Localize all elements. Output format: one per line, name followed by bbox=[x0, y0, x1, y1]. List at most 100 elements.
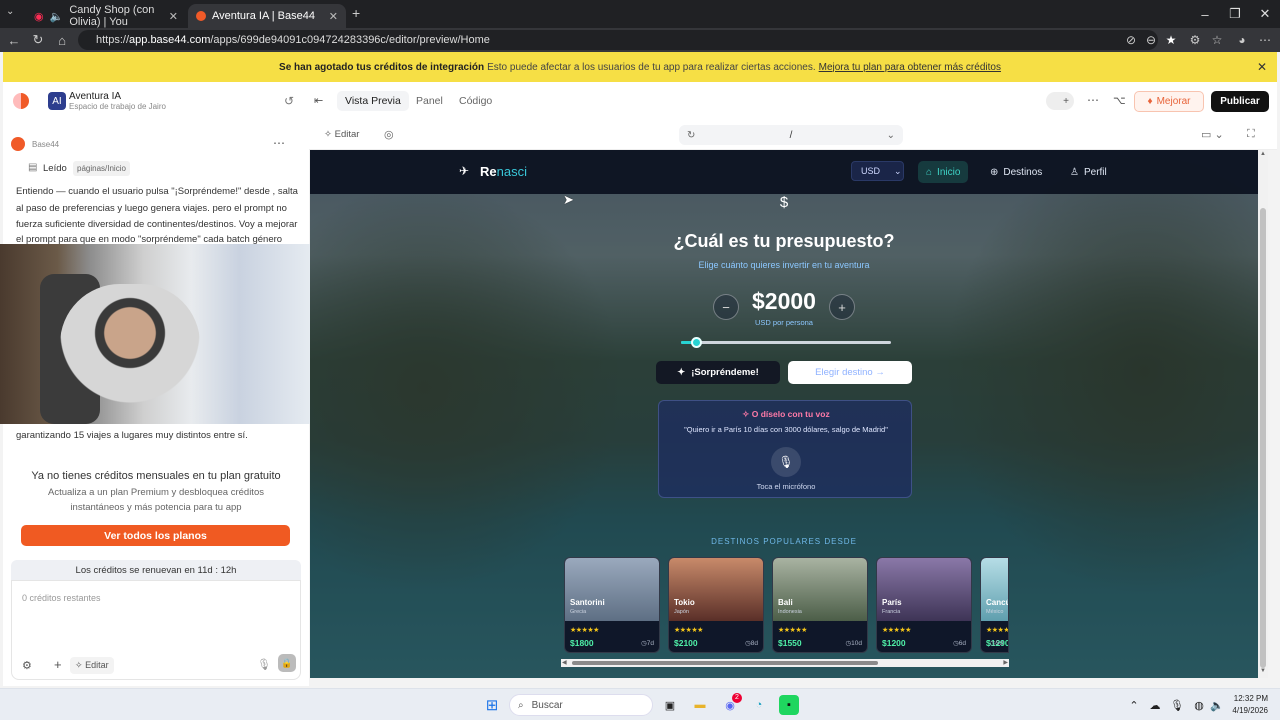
extensions-icon[interactable]: ⚙ bbox=[1184, 28, 1206, 52]
edge-browser-icon[interactable]: ◔ bbox=[749, 695, 769, 715]
edit-label: Editar bbox=[334, 129, 360, 140]
budget-slider-handle[interactable] bbox=[690, 337, 702, 348]
github-icon[interactable]: ⌥ bbox=[1113, 94, 1126, 107]
author-avatar bbox=[11, 137, 25, 151]
nav-profile-label: Perfil bbox=[1083, 166, 1107, 178]
tab-title: Aventura IA | Base44 bbox=[212, 10, 315, 22]
brand-name[interactable]: Renasci bbox=[480, 164, 527, 179]
taskbar-search[interactable]: ⌕ Buscar bbox=[509, 694, 653, 716]
destination-days: ◷8d bbox=[745, 640, 758, 647]
publish-button[interactable]: Publicar bbox=[1211, 91, 1269, 112]
microphone-icon[interactable]: 🎙 bbox=[1167, 695, 1187, 715]
microphone-icon[interactable]: 🎙 bbox=[257, 658, 271, 671]
horizontal-scrollbar[interactable]: ◀ ▶ bbox=[561, 659, 1009, 667]
browser-tab-base44[interactable]: Aventura IA | Base44 ✕ bbox=[188, 4, 346, 28]
more-options-icon[interactable]: ⋯ bbox=[273, 136, 285, 150]
destination-days: ◷10d bbox=[845, 640, 862, 647]
file-explorer-icon[interactable]: ▬ bbox=[690, 695, 710, 715]
collapse-sidebar-icon[interactable]: ⇤ bbox=[314, 94, 323, 107]
refresh-icon[interactable]: ↻ bbox=[687, 130, 695, 141]
currency-select[interactable]: USD ⌄ bbox=[851, 161, 904, 181]
scroll-up-icon[interactable]: ▲ bbox=[1260, 151, 1266, 157]
speaker-icon[interactable]: 🔈 bbox=[50, 10, 64, 23]
restore-icon[interactable]: ❐ bbox=[1218, 0, 1252, 28]
bookmark-star-icon[interactable]: ★ bbox=[1160, 28, 1182, 52]
history-icon[interactable]: ↺ bbox=[284, 94, 294, 108]
read-path-chip[interactable]: páginas/Inicio bbox=[73, 161, 130, 176]
show-hidden-icons-icon[interactable]: ⌃ bbox=[1124, 695, 1144, 715]
windows-start-icon[interactable]: ⊞ bbox=[482, 695, 502, 715]
clock-time[interactable]: 12:32 PM bbox=[1228, 694, 1268, 703]
task-view-icon[interactable]: ▣ bbox=[660, 695, 680, 715]
budget-question: ¿Cuál es tu presupuesto? bbox=[673, 231, 895, 251]
upgrade-button[interactable]: ♦ Mejorar bbox=[1134, 91, 1204, 112]
collaborator-avatar[interactable]: + bbox=[1046, 92, 1074, 110]
scroll-down-icon[interactable]: ▼ bbox=[1260, 668, 1266, 674]
banner-upgrade-link[interactable]: Mejora tu plan para obtener más créditos bbox=[819, 62, 1001, 73]
close-tab-icon[interactable]: ✕ bbox=[329, 10, 338, 23]
home-icon[interactable]: ⌂ bbox=[50, 28, 74, 52]
url-input[interactable]: https://app.base44.com/apps/699de94091c0… bbox=[78, 30, 1158, 50]
tab-dashboard[interactable]: Panel bbox=[408, 91, 451, 111]
clock-date[interactable]: 4/19/2026 bbox=[1224, 706, 1268, 715]
wifi-icon[interactable]: ◍ bbox=[1189, 695, 1209, 715]
settings-icon[interactable]: ⚙ bbox=[22, 659, 32, 672]
minimize-icon[interactable]: – bbox=[1188, 0, 1222, 28]
surprise-me-button[interactable]: ✦ ¡Sorpréndeme! bbox=[656, 361, 780, 384]
onedrive-icon[interactable]: ☁ bbox=[1145, 695, 1165, 715]
base44-logo-icon[interactable] bbox=[13, 93, 29, 109]
voice-title: ✧ O díselo con tu voz bbox=[659, 409, 913, 420]
destination-card[interactable]: Santorini Grecia ★★★★★ $1800 ◷7d bbox=[564, 557, 660, 653]
fullscreen-icon[interactable]: ⛶ bbox=[1247, 128, 1255, 141]
chat-composer[interactable]: 0 créditos restantes ⚙ + ✧ Editar 🎙 🔒 bbox=[11, 580, 301, 680]
device-toggle-icon[interactable]: ▭ ⌄ bbox=[1201, 128, 1224, 141]
scrollbar-thumb[interactable] bbox=[572, 661, 878, 665]
destination-card[interactable]: Bali Indonesia ★★★★★ $1550 ◷10d bbox=[772, 557, 868, 653]
edit-mode-button[interactable]: ✧ Editar bbox=[324, 129, 359, 140]
add-icon[interactable]: + bbox=[54, 657, 62, 672]
destination-card[interactable]: Cancún México ★★★★★ $1290 ◷5d bbox=[980, 557, 1009, 653]
destination-country: Indonesia bbox=[778, 609, 802, 615]
nav-home[interactable]: ⌂ Inicio bbox=[918, 161, 969, 183]
app-green-icon[interactable]: ▪ bbox=[779, 695, 799, 715]
destination-card[interactable]: París Francia ★★★★★ $1200 ◷6d bbox=[876, 557, 972, 653]
workspace-name: Espacio de trabajo de Jairo bbox=[69, 102, 166, 111]
composer-edit-button[interactable]: ✧ Editar bbox=[70, 657, 114, 674]
choose-destination-button[interactable]: Elegir destino → bbox=[788, 361, 912, 384]
increase-budget-button[interactable]: + bbox=[829, 294, 855, 320]
route-selector[interactable]: ↻ / ⌄ bbox=[679, 125, 903, 145]
vertical-scrollbar[interactable]: ▲ ▼ bbox=[1258, 150, 1268, 678]
new-tab-icon[interactable]: + bbox=[352, 5, 360, 21]
close-tab-icon[interactable]: ✕ bbox=[169, 10, 178, 23]
tab-preview[interactable]: Vista Previa bbox=[337, 91, 409, 111]
close-icon[interactable]: ✕ bbox=[1257, 60, 1267, 74]
back-icon[interactable]: ← bbox=[2, 28, 26, 52]
profile-avatar-icon[interactable]: ◕ bbox=[1231, 28, 1253, 52]
tab-list-chevron-icon[interactable]: ⌄ bbox=[6, 6, 14, 17]
close-window-icon[interactable]: ✕ bbox=[1248, 0, 1280, 28]
microphone-button[interactable]: 🎙 bbox=[771, 447, 801, 477]
browser-tab-bar: ⌄ ◉ 🔈 Candy Shop (con Olivia) | You ✕ Av… bbox=[0, 0, 1280, 28]
collections-icon[interactable]: ☆ bbox=[1206, 28, 1228, 52]
browser-tab-youtube[interactable]: ◉ 🔈 Candy Shop (con Olivia) | You ✕ bbox=[26, 4, 186, 28]
nav-profile[interactable]: ♙ Perfil bbox=[1062, 161, 1115, 183]
scroll-left-icon[interactable]: ◀ bbox=[562, 659, 567, 666]
rating-stars: ★★★★★ bbox=[882, 627, 911, 634]
composer-input[interactable]: 0 créditos restantes bbox=[22, 593, 101, 603]
nav-destinations[interactable]: ⊕ Destinos bbox=[982, 161, 1050, 183]
destination-card[interactable]: Tokio Japón ★★★★★ $2100 ◷8d bbox=[668, 557, 764, 653]
send-lock-button[interactable]: 🔒 bbox=[278, 654, 296, 672]
tab-code[interactable]: Código bbox=[451, 91, 500, 111]
reload-icon[interactable]: ↻ bbox=[26, 28, 50, 52]
budget-slider[interactable] bbox=[681, 337, 891, 348]
project-name[interactable]: Aventura IA bbox=[69, 91, 121, 102]
plane-logo-icon[interactable]: ✈ bbox=[459, 164, 469, 178]
palette-icon[interactable]: ◎ bbox=[384, 128, 394, 141]
zoom-icon[interactable]: ⊖ bbox=[1140, 28, 1162, 52]
more-menu-icon[interactable]: ⋯ bbox=[1254, 28, 1276, 52]
scrollbar-thumb[interactable] bbox=[1260, 208, 1266, 668]
view-plans-button[interactable]: Ver todos los planos bbox=[21, 525, 290, 546]
translate-icon[interactable]: ⊘ bbox=[1120, 28, 1142, 52]
more-options-icon[interactable]: ⋯ bbox=[1087, 93, 1099, 107]
scroll-right-icon[interactable]: ▶ bbox=[1003, 659, 1008, 666]
